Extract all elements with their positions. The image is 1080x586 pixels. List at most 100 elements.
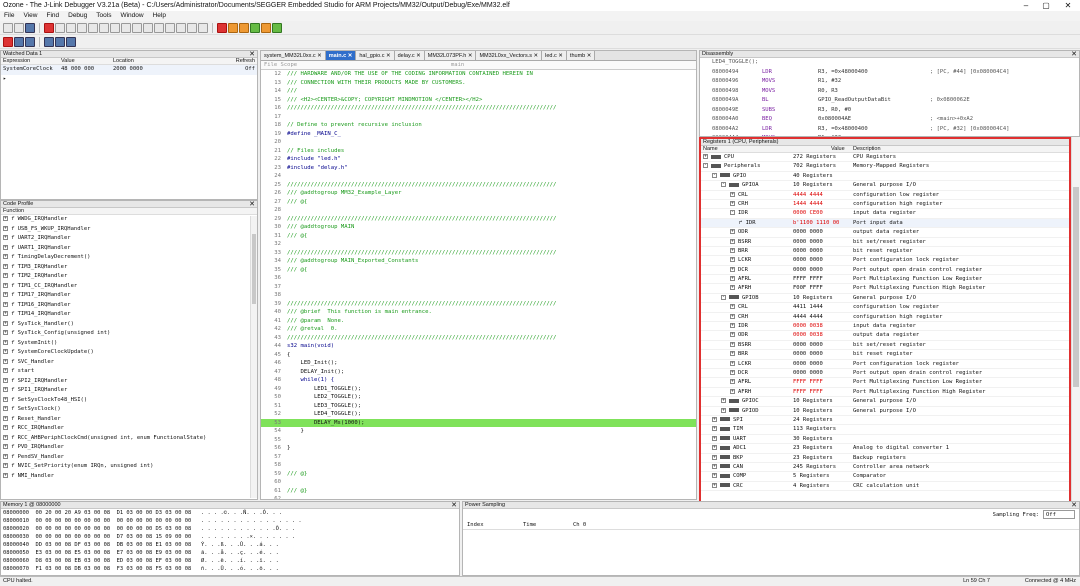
close-icon[interactable]: ✕ (249, 201, 255, 208)
new-file-icon[interactable] (3, 22, 13, 33)
expand-icon[interactable]: + (712, 463, 717, 469)
register-row[interactable]: - GPIOA 10 Registers General purpose I/O (701, 181, 1069, 191)
window-layout-icon[interactable] (143, 22, 153, 33)
send-icon[interactable] (272, 22, 282, 33)
register-row[interactable]: + UART 30 Registers (701, 435, 1069, 445)
col-ch0[interactable]: Ch 0 (573, 521, 586, 530)
menu-item[interactable]: Window (120, 11, 143, 21)
code-line[interactable]: 45 { (261, 351, 696, 360)
register-row[interactable]: + LCKR 0000 0000 Port configuration lock re… (701, 256, 1069, 266)
expand-icon[interactable]: + (730, 379, 735, 385)
list-item[interactable]: + f USB_FS_WKUP_IRQHandler (1, 225, 257, 235)
code-line[interactable]: 46 LED_Init(); (261, 359, 696, 368)
code-line[interactable]: 25 //////////////////////////////////////… (261, 181, 696, 190)
code-line[interactable]: 30 /// @addtogroup MAIN (261, 223, 696, 232)
menu-item[interactable]: Debug (68, 11, 87, 21)
code-line[interactable]: 37 (261, 283, 696, 292)
list-item[interactable]: + f start (1, 367, 257, 377)
register-row[interactable]: - GPIOB 10 Registers General purpose I/O (701, 294, 1069, 304)
expand-icon[interactable]: + (712, 435, 717, 441)
tab-0[interactable]: system_MM32L0xx.c ✕ (261, 51, 326, 60)
expand-icon[interactable]: + (712, 454, 717, 460)
expand-icon[interactable]: + (3, 406, 8, 411)
memory-row[interactable]: 08000000 00 20 00 20 A9 03 00 08 D1 03 0… (1, 509, 459, 517)
col-function[interactable]: Function (1, 208, 24, 214)
expand-icon[interactable]: + (3, 396, 8, 402)
list-item[interactable]: + f SystemCoreClockUpdate() (1, 348, 257, 358)
function-selector[interactable]: main (451, 61, 464, 70)
expand-icon[interactable]: + (730, 323, 735, 329)
close-icon[interactable]: ✕ (585, 53, 592, 59)
expand-icon[interactable]: + (3, 311, 8, 316)
code-line[interactable]: 21 // Files includes (261, 147, 696, 156)
close-icon[interactable]: ✕ (466, 53, 473, 59)
list-item[interactable]: + f TIM2_IRQHandler (1, 272, 257, 282)
col-value[interactable]: Value (61, 58, 75, 65)
memory-row[interactable]: 08000050 E3 03 00 08 E5 03 00 08 E7 03 0… (1, 549, 459, 557)
expand-icon[interactable]: + (721, 398, 726, 404)
disasm-row[interactable]: 08000498 MOVS R0, R3 (700, 87, 1079, 97)
code-line[interactable]: 22 #include "led.h" (261, 155, 696, 164)
window-layout-icon[interactable] (88, 22, 98, 33)
expand-icon[interactable]: + (3, 273, 8, 278)
col-index[interactable]: Index (467, 521, 484, 530)
register-row[interactable]: + DCR 0000 0000 Port output open drain cont… (701, 266, 1069, 276)
code-line[interactable]: 47 DELAY_Init(); (261, 368, 696, 377)
tab-1[interactable]: main.c ✕ (325, 51, 357, 60)
star-icon[interactable] (261, 22, 271, 33)
minimize-icon[interactable]: – (1016, 0, 1036, 11)
col-location[interactable]: Location (113, 58, 134, 65)
watch-row[interactable]: SystemCoreClock 48 000 000 2000 0000 Off (1, 65, 257, 75)
expand-icon[interactable]: + (730, 247, 735, 253)
register-row[interactable]: - GPIO 40 Registers (701, 172, 1069, 182)
disasm-row[interactable]: 08000496 MOVS R1, #32 (700, 77, 1079, 87)
code-line[interactable]: 58 (261, 461, 696, 470)
step-over-icon[interactable] (44, 37, 54, 47)
register-row[interactable]: + AFRL FFFF FFFF Port Multiplexing Function… (701, 378, 1069, 388)
register-row[interactable]: + CAN 245 Registers Controller area network (701, 463, 1069, 473)
expand-icon[interactable]: + (730, 191, 735, 197)
window-layout-icon[interactable] (187, 22, 197, 33)
close-icon[interactable]: ✕ (415, 53, 421, 59)
code-area[interactable]: 12 /// HARDWARE AND/OR THE USE OF THE COD… (261, 70, 696, 499)
list-item[interactable]: + f SysTick_Config(unsigned int) (1, 329, 257, 339)
expand-icon[interactable]: + (730, 229, 735, 235)
code-line[interactable]: 36 (261, 274, 696, 283)
col-name[interactable]: Name (703, 146, 718, 153)
window-layout-icon[interactable] (66, 22, 76, 33)
list-item[interactable]: + f TIM17_IRQHandler (1, 291, 257, 301)
step-into-icon[interactable] (55, 37, 65, 47)
window-layout-icon[interactable] (110, 22, 120, 33)
register-row[interactable]: + SPI 24 Registers (701, 416, 1069, 426)
disasm-row[interactable]: 0800049E SUBS R3, R0, #0 (700, 106, 1079, 116)
register-row[interactable]: + CRL 4444 4444 configuration low register (701, 191, 1069, 200)
expand-icon[interactable]: + (3, 320, 8, 326)
expand-icon[interactable]: + (3, 415, 8, 421)
menu-item[interactable]: Help (153, 11, 166, 21)
expand-icon[interactable]: + (712, 473, 717, 479)
scrollbar[interactable] (1071, 137, 1080, 507)
list-item[interactable]: + f WWDG_IRQHandler (1, 215, 257, 225)
expand-icon[interactable]: - (721, 182, 726, 188)
code-line[interactable]: 32 (261, 240, 696, 249)
list-item[interactable]: + f NVIC_SetPriority(enum IRQn, unsigned … (1, 462, 257, 472)
menu-item[interactable]: File (4, 11, 14, 21)
window-layout-icon[interactable] (132, 22, 142, 33)
expand-icon[interactable]: + (712, 426, 717, 432)
disasm-row[interactable]: 0800049A BL GPIO_ReadOutputDataBit ; 0x0800… (700, 96, 1079, 106)
code-line[interactable]: 44 s32 main(void) (261, 342, 696, 351)
code-line[interactable]: 20 (261, 138, 696, 147)
window-layout-icon[interactable] (176, 22, 186, 33)
expand-icon[interactable]: + (3, 434, 8, 440)
window-layout-icon[interactable] (55, 22, 65, 33)
list-item[interactable]: + f UART2_IRQHandler (1, 234, 257, 244)
code-line[interactable]: 48 while(1) { (261, 376, 696, 385)
expand-icon[interactable]: + (3, 472, 8, 478)
close-icon[interactable]: ✕ (1071, 502, 1077, 509)
expand-icon[interactable]: + (730, 276, 735, 282)
expand-icon[interactable]: + (730, 266, 735, 272)
tab-5[interactable]: MM32L0xx_Vectors.s ✕ (476, 51, 543, 60)
open-folder-icon[interactable] (14, 22, 24, 33)
list-item[interactable]: + f Reset_Handler (1, 415, 257, 425)
expand-icon[interactable]: + (3, 330, 8, 335)
